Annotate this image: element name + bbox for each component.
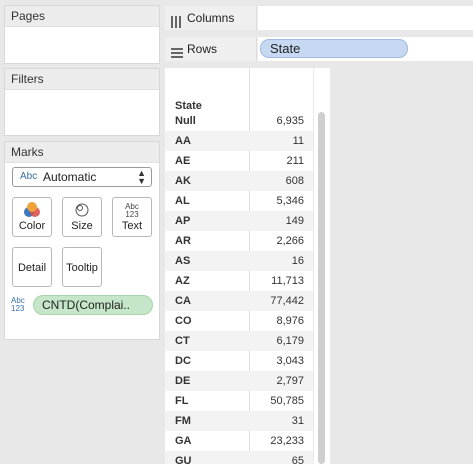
count-cell: 11 [292, 135, 304, 147]
table-row[interactable]: CA 77,442 [165, 291, 313, 311]
count-cell: 8,976 [276, 315, 304, 327]
count-cell: 211 [286, 155, 304, 167]
text-button[interactable]: Abc 123 Text [112, 197, 152, 237]
state-cell: CT [175, 335, 190, 347]
rows-shelf[interactable]: Rows State [165, 37, 473, 61]
table-row[interactable]: GU 65 [165, 451, 313, 464]
state-cell: CA [175, 295, 191, 307]
state-cell: CO [175, 315, 192, 327]
table-row[interactable]: AP 149 [165, 211, 313, 231]
table-row[interactable]: DE 2,797 [165, 371, 313, 391]
rows-text: Rows [187, 42, 218, 56]
columns-icon [171, 12, 182, 36]
table-row[interactable]: AK 608 [165, 171, 313, 191]
table-row[interactable]: CO 8,976 [165, 311, 313, 331]
state-cell: GA [175, 435, 192, 447]
count-cell: 2,266 [276, 235, 304, 247]
updown-arrows-icon: ▲ ▼ [137, 168, 146, 186]
mark-type-select[interactable]: Abc Automatic ▲ ▼ [12, 167, 152, 187]
tooltip-label: Tooltip [66, 262, 98, 274]
state-table: State Null 6,935 AA 11 AE 211 AK 608 AL 5,346 AP 14… [165, 68, 313, 464]
count-cell: 16 [291, 255, 304, 267]
filters-card: Filters [4, 68, 160, 136]
tooltip-button[interactable]: Tooltip [62, 247, 102, 287]
state-cell: AS [175, 255, 191, 267]
detail-button[interactable]: Detail [12, 247, 52, 287]
state-cell: GU [175, 455, 192, 464]
count-cell: 149 [285, 215, 304, 227]
state-cell: DE [175, 375, 191, 387]
state-cell: AP [175, 215, 191, 227]
state-cell: FL [175, 395, 189, 407]
table-row[interactable]: FL 50,785 [165, 391, 313, 411]
count-cell: 608 [285, 175, 304, 187]
state-cell: FM [175, 415, 191, 427]
table-rows: Null 6,935 AA 11 AE 211 AK 608 AL 5,346 AP 149 AR 2,2… [165, 111, 313, 464]
state-cell: Null [175, 115, 196, 127]
count-cell: 77,442 [270, 295, 304, 307]
count-cell: 5,346 [276, 195, 304, 207]
rows-icon [171, 43, 183, 67]
count-cell: 3,043 [276, 355, 304, 367]
count-cell: 31 [291, 415, 304, 427]
table-row[interactable]: Null 6,935 [165, 111, 313, 131]
count-cell: 50,785 [270, 395, 304, 407]
scrollbar-thumb[interactable] [318, 112, 325, 464]
count-cell: 65 [291, 455, 304, 464]
columns-shelf-label: Columns [165, 6, 257, 30]
state-cell: AR [175, 235, 191, 247]
count-cell: 6,935 [276, 115, 304, 127]
size-icon [63, 202, 101, 221]
text-label: Text [121, 220, 143, 232]
filters-title: Filters [5, 69, 159, 90]
state-cell: DC [175, 355, 191, 367]
columns-shelf[interactable]: Columns [165, 6, 473, 30]
size-button[interactable]: Size [62, 197, 102, 237]
color-label: Color [18, 220, 46, 232]
table-row[interactable]: AE 211 [165, 151, 313, 171]
mark-type-value: Automatic [43, 170, 97, 184]
count-cell: 6,179 [276, 335, 304, 347]
pages-title: Pages [5, 6, 159, 27]
state-cell: AE [175, 155, 191, 167]
count-cell: 23,233 [270, 435, 304, 447]
abc-icon: Abc [20, 171, 38, 182]
pill-icon-bottom: 123 [11, 304, 25, 313]
marks-card: Marks Abc Automatic ▲ ▼ Color Size Abc 12… [4, 141, 160, 340]
count-cell: 2,797 [276, 375, 304, 387]
count-cell: 11,713 [271, 275, 304, 287]
rows-shelf-label: Rows [165, 37, 257, 61]
measure-text-icon: Abc 123 [11, 297, 25, 313]
table-row[interactable]: DC 3,043 [165, 351, 313, 371]
table-row[interactable]: AS 16 [165, 251, 313, 271]
cntd-complaints-pill[interactable]: CNTD(Complai.. [33, 295, 153, 315]
table-row[interactable]: AL 5,346 [165, 191, 313, 211]
table-row[interactable]: AZ 11,713 [165, 271, 313, 291]
detail-label: Detail [17, 262, 47, 274]
table-row[interactable]: CT 6,179 [165, 331, 313, 351]
color-button[interactable]: Color [12, 197, 52, 237]
text-icon: Abc 123 [113, 203, 151, 219]
pages-card: Pages [4, 5, 160, 64]
state-cell: AA [175, 135, 191, 147]
table-row[interactable]: AA 11 [165, 131, 313, 151]
state-row-pill[interactable]: State [260, 39, 408, 58]
marks-title: Marks [5, 142, 159, 163]
table-row[interactable]: FM 31 [165, 411, 313, 431]
state-cell: AL [175, 195, 190, 207]
table-row[interactable]: AR 2,266 [165, 231, 313, 251]
text-icon-bottom: 123 [125, 210, 139, 219]
table-row[interactable]: GA 23,233 [165, 431, 313, 451]
size-label: Size [71, 220, 93, 232]
columns-text: Columns [187, 11, 235, 25]
color-icon [13, 202, 51, 221]
state-cell: AK [175, 175, 191, 187]
columns-drop-area[interactable] [258, 6, 473, 30]
state-cell: AZ [175, 275, 190, 287]
